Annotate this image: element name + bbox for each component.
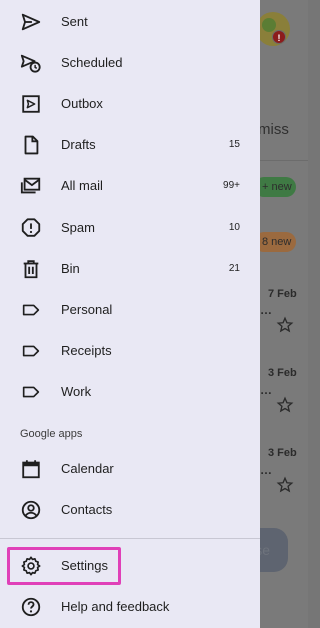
unread-count: 99+	[223, 180, 240, 191]
star-icon[interactable]	[276, 396, 294, 414]
drawer-item-work[interactable]: Work	[0, 371, 260, 412]
dismiss-text-partial: miss	[258, 121, 289, 138]
drawer-item-label: Contacts	[61, 502, 113, 517]
drawer-item-help-feedback[interactable]: Help and feedback	[0, 586, 260, 627]
star-icon[interactable]	[276, 316, 294, 334]
label-icon	[20, 340, 42, 362]
email-date: 7 Feb	[268, 288, 297, 300]
drawer-item-spam[interactable]: Spam 10	[0, 207, 260, 248]
drawer-item-label: All mail	[61, 178, 103, 193]
send-icon	[20, 11, 42, 33]
avatar-alert-badge: !	[272, 30, 286, 44]
navigation-drawer: Sent Scheduled Outbox Drafts 15 All mail…	[0, 0, 260, 628]
drawer-item-label: Spam	[61, 220, 95, 235]
drawer-item-label: Drafts	[61, 137, 96, 152]
spam-icon	[20, 217, 42, 239]
bin-icon	[20, 258, 42, 280]
drawer-item-sent[interactable]: Sent	[0, 1, 260, 42]
outbox-icon	[20, 93, 42, 115]
drawer-item-label: Personal	[61, 302, 113, 317]
drawer-item-label: Sent	[61, 14, 88, 29]
email-date: 3 Feb	[268, 367, 297, 379]
drawer-item-label: Outbox	[61, 96, 103, 111]
help-icon	[20, 596, 42, 618]
unread-count: 21	[228, 263, 240, 274]
drawer-item-label: Bin	[61, 261, 80, 276]
new-count-chip: + new	[254, 177, 296, 197]
drawer-item-label: Help and feedback	[61, 599, 170, 614]
drawer-item-receipts[interactable]: Receipts	[0, 330, 260, 371]
star-icon[interactable]	[276, 476, 294, 494]
drawer-item-personal[interactable]: Personal	[0, 289, 260, 330]
new-count-chip: 8 new	[254, 232, 296, 252]
drawer-item-calendar[interactable]: Calendar	[0, 448, 260, 489]
unread-count: 10	[228, 222, 240, 233]
divider	[260, 160, 308, 161]
drawer-item-label: Calendar	[61, 461, 114, 476]
settings-highlight-box	[7, 547, 121, 585]
drawer-item-contacts[interactable]: Contacts	[0, 489, 260, 530]
drawer-item-bin[interactable]: Bin 21	[0, 248, 260, 289]
drawer-item-label: Receipts	[61, 343, 112, 358]
drawer-item-all-mail[interactable]: All mail 99+	[0, 165, 260, 206]
drawer-item-scheduled[interactable]: Scheduled	[0, 42, 260, 83]
email-date: 3 Feb	[268, 447, 297, 459]
calendar-icon	[20, 458, 42, 480]
section-header-google-apps: Google apps	[20, 428, 83, 440]
email-snippet-ellipsis: …	[260, 303, 272, 317]
email-snippet-ellipsis: …	[260, 383, 272, 397]
label-icon	[20, 381, 42, 403]
drawer-item-label: Scheduled	[61, 55, 123, 70]
contacts-icon	[20, 499, 42, 521]
drawer-item-outbox[interactable]: Outbox	[0, 83, 260, 124]
unread-count: 15	[228, 139, 240, 150]
email-snippet-ellipsis: …	[260, 463, 272, 477]
all-mail-icon	[20, 175, 42, 197]
drawer-item-label: Work	[61, 384, 92, 399]
draft-icon	[20, 134, 42, 156]
divider	[0, 538, 260, 539]
drawer-item-drafts[interactable]: Drafts 15	[0, 124, 260, 165]
scheduled-send-icon	[20, 52, 42, 74]
label-icon	[20, 299, 42, 321]
